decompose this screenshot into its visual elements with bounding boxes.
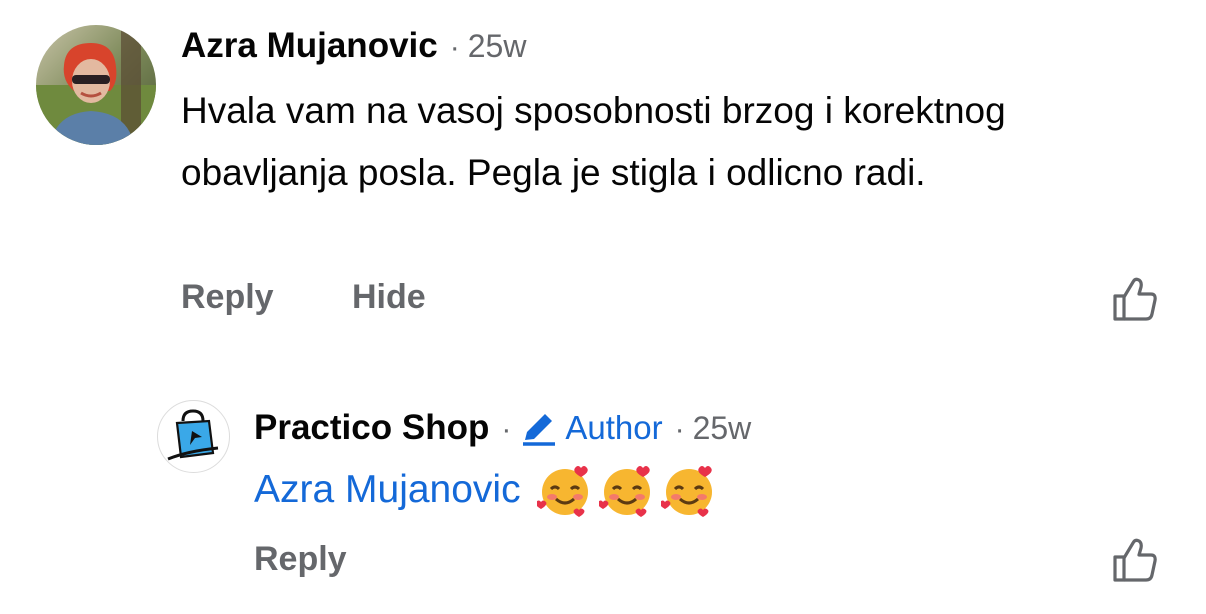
reply-button[interactable]: Reply <box>181 278 274 317</box>
author-name[interactable]: Azra Mujanovic <box>181 26 438 66</box>
author-badge-label: Author <box>565 409 663 446</box>
separator-dot: · <box>674 413 685 446</box>
mention-link[interactable]: Azra Mujanovic <box>254 460 521 520</box>
thumbs-up-icon[interactable] <box>1111 537 1159 583</box>
comment-header: Azra Mujanovic · 25w <box>181 26 526 70</box>
author-badge: Author <box>519 409 663 447</box>
reply-timestamp[interactable]: 25w <box>693 410 752 447</box>
pencil-icon <box>523 414 556 446</box>
reply-author-name[interactable]: Practico Shop <box>254 408 489 448</box>
emoji-group <box>536 462 717 518</box>
separator-dot: · <box>449 31 460 64</box>
avatar-azra[interactable] <box>36 25 156 145</box>
hide-button[interactable]: Hide <box>352 278 426 317</box>
separator-dot: · <box>501 413 512 446</box>
reply-header: Practico Shop · Author · 25w <box>254 408 751 452</box>
thumbs-up-icon[interactable] <box>1111 276 1159 322</box>
timestamp[interactable]: 25w <box>468 28 527 65</box>
smiling-face-with-hearts-icon <box>660 466 712 517</box>
smiling-face-with-hearts-icon <box>536 466 588 517</box>
comment-body: Hvala vam na vasoj sposobnosti brzog i k… <box>181 90 1006 193</box>
smiling-face-with-hearts-icon <box>598 466 650 517</box>
reply-body: Azra Mujanovic <box>254 460 717 520</box>
avatar-practico-shop[interactable] <box>157 400 230 473</box>
comment-thread: Azra Mujanovic · 25w Hvala vam na vasoj … <box>0 0 1206 614</box>
reply-button[interactable]: Reply <box>254 540 347 579</box>
